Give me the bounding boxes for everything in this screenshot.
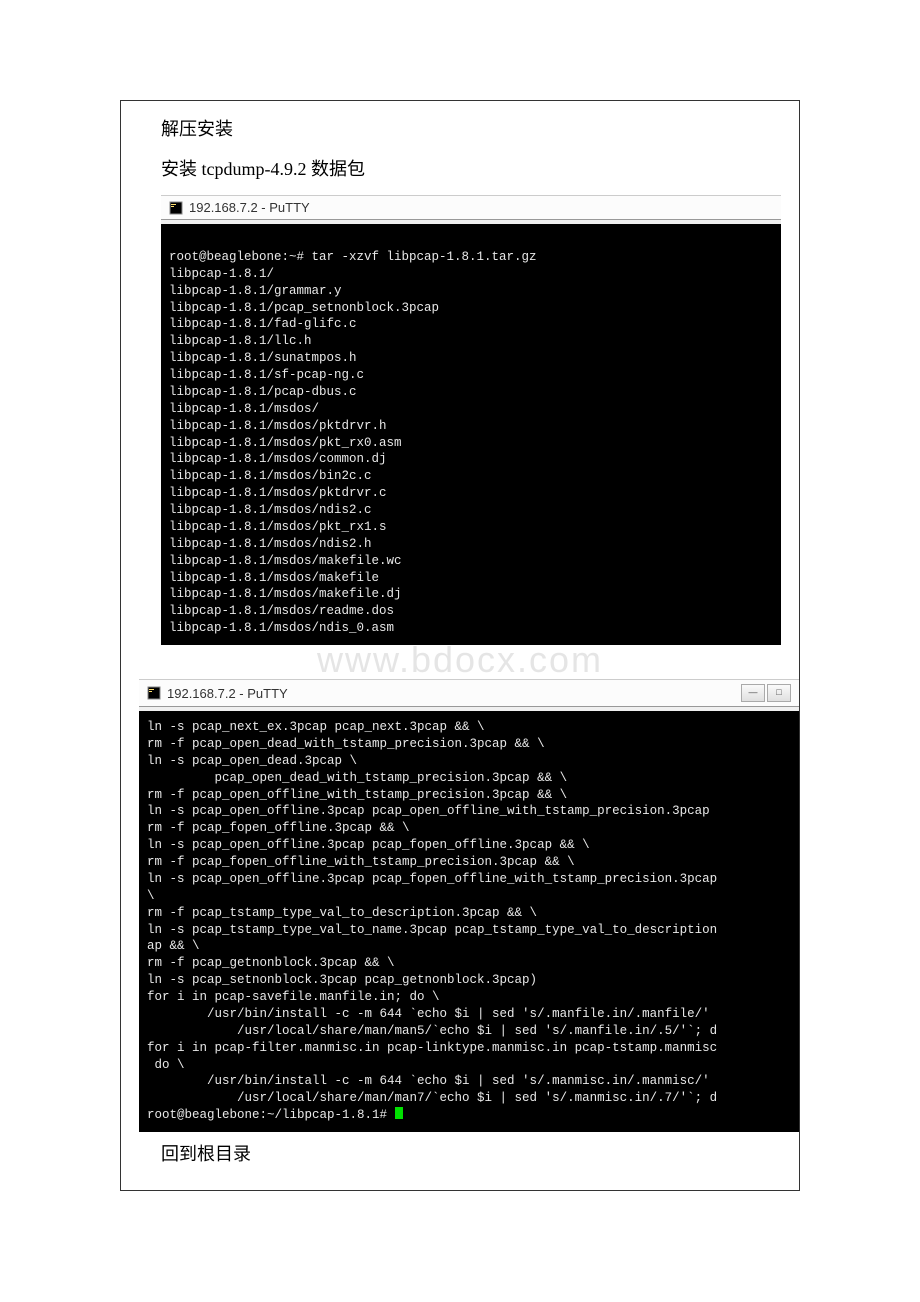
maximize-button[interactable]: □ (767, 684, 791, 702)
terminal-output-1[interactable]: root@beaglebone:~# tar -xzvf libpcap-1.8… (161, 224, 781, 645)
putty-title-text-2: 192.168.7.2 - PuTTY (167, 686, 288, 701)
putty-icon (169, 201, 183, 215)
heading-install-tcpdump: 安装 tcpdump-4.9.2 数据包 (161, 155, 769, 181)
footer-back-to-root: 回到根目录 (161, 1140, 769, 1166)
putty-window-2: 192.168.7.2 - PuTTY — □ ln -s pcap_next_… (139, 679, 799, 1132)
putty-titlebar-1[interactable]: 192.168.7.2 - PuTTY (161, 195, 781, 220)
window-controls: — □ (741, 684, 791, 702)
terminal-cursor (395, 1107, 403, 1119)
minimize-button[interactable]: — (741, 684, 765, 702)
document-page: 解压安装 安装 tcpdump-4.9.2 数据包 192.168.7.2 - … (120, 100, 800, 1191)
watermark-text: www.bdocx.com (121, 639, 799, 681)
putty-titlebar-2[interactable]: 192.168.7.2 - PuTTY — □ (139, 679, 799, 707)
terminal-output-2[interactable]: ln -s pcap_next_ex.3pcap pcap_next.3pcap… (139, 711, 799, 1132)
putty-icon (147, 686, 161, 700)
putty-title-text-1: 192.168.7.2 - PuTTY (189, 200, 310, 215)
putty-window-1: 192.168.7.2 - PuTTY root@beaglebone:~# t… (161, 195, 781, 645)
watermark-zone: www.bdocx.com (121, 645, 799, 679)
heading-extract-install: 解压安装 (161, 115, 769, 141)
